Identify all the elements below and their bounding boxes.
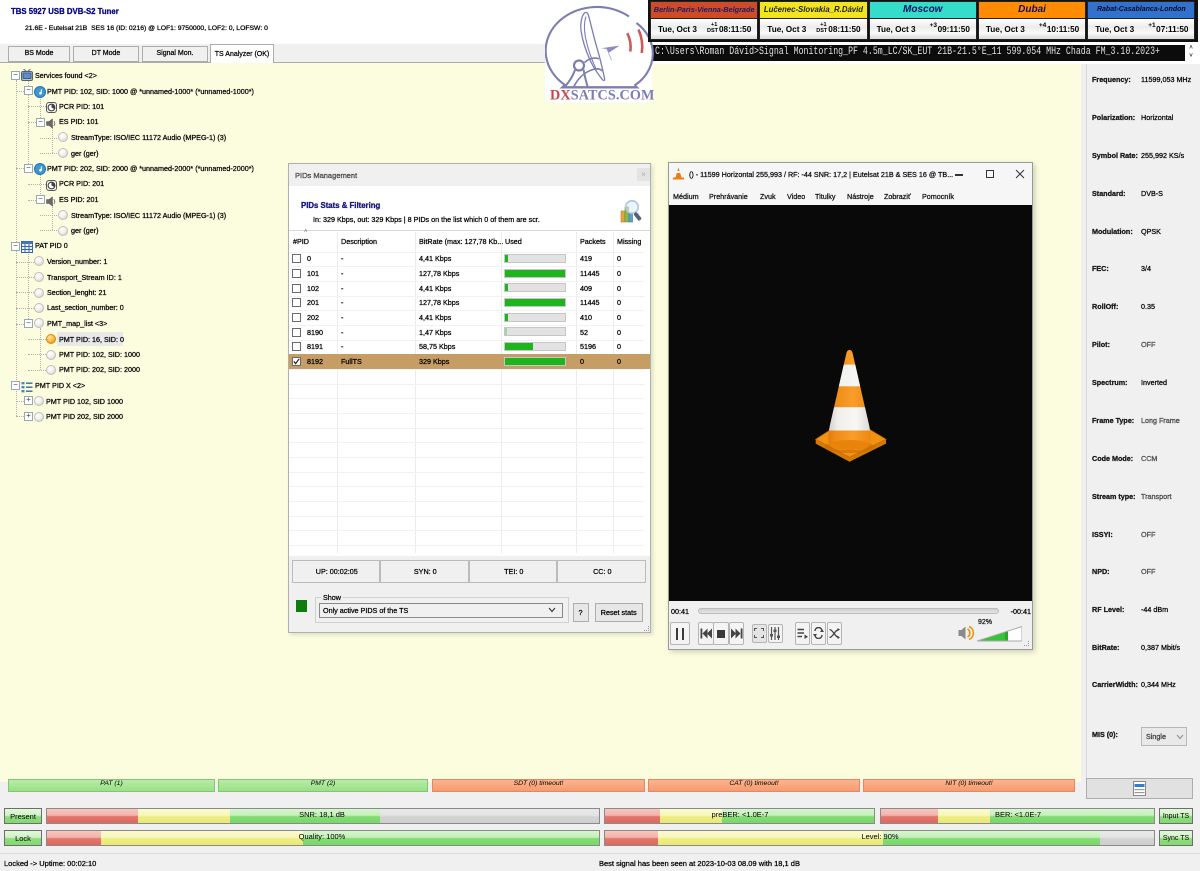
svg-text:DXSATCS.COM: DXSATCS.COM [550, 88, 655, 104]
